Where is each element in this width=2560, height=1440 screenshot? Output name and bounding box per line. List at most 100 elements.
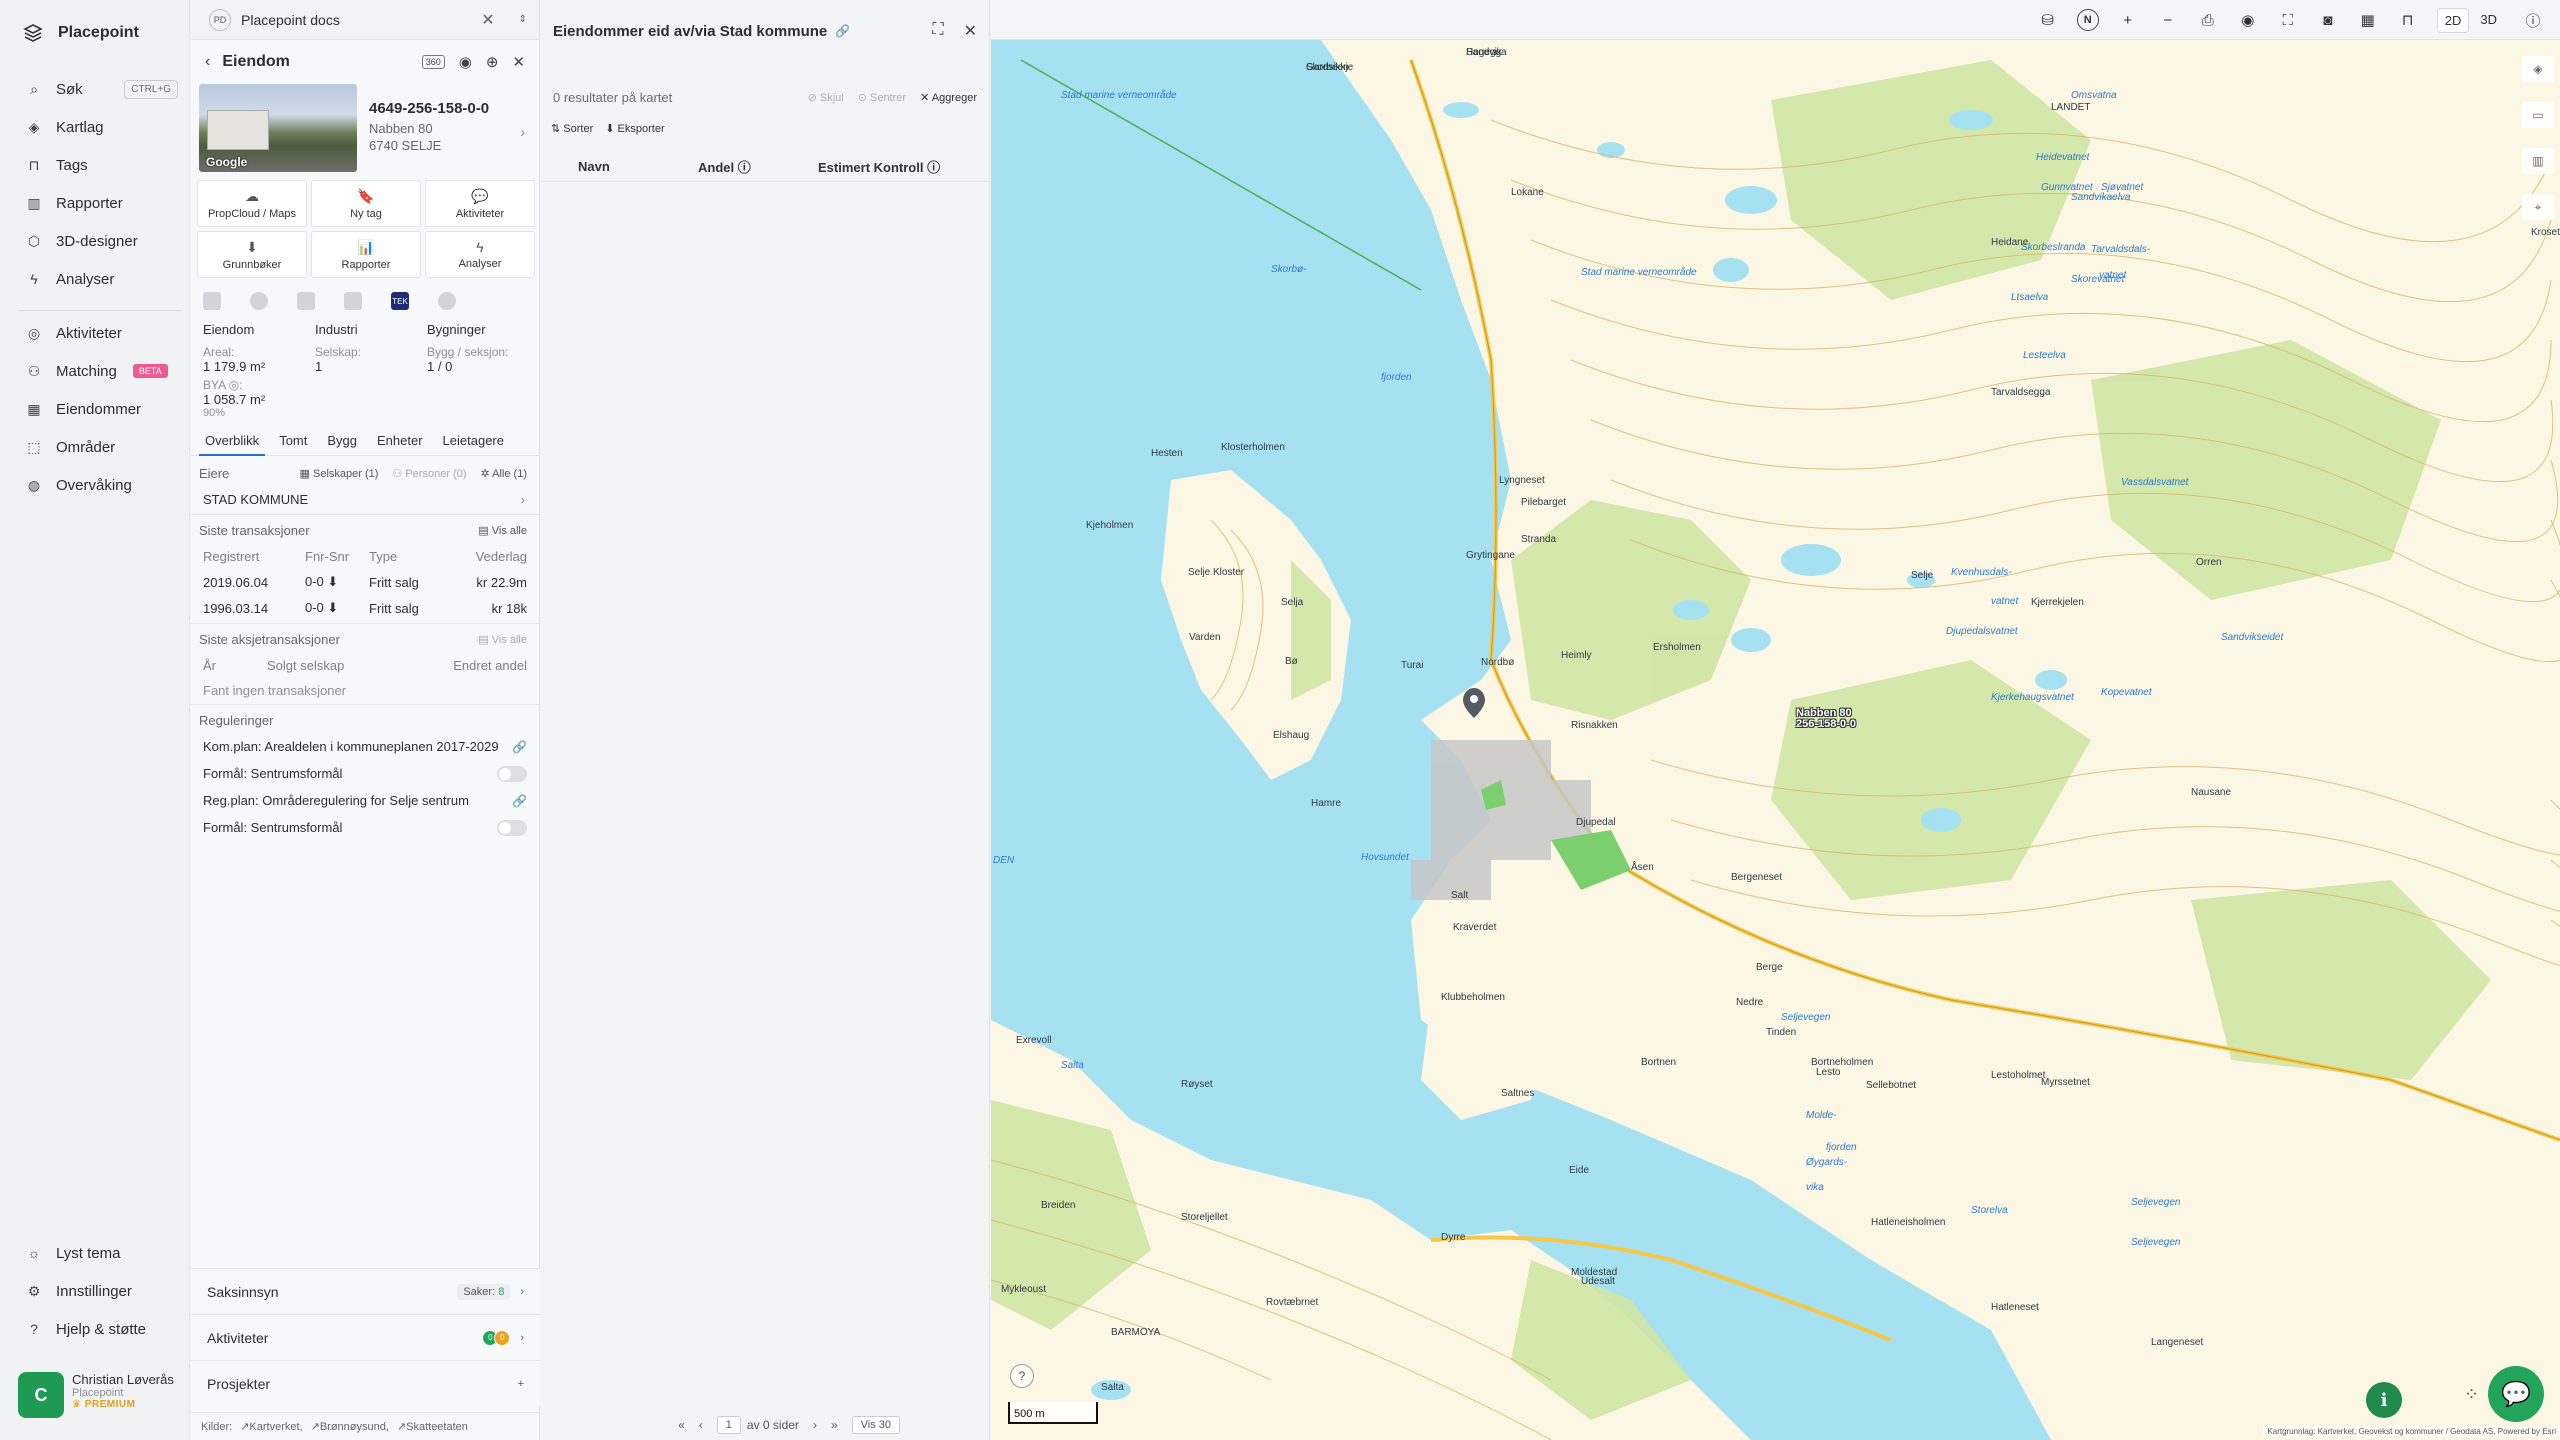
source-icon[interactable] xyxy=(250,292,268,310)
filter-personer[interactable]: ⚇ Personer (0) xyxy=(392,467,466,480)
legend-icon[interactable]: ▭ xyxy=(2522,102,2554,128)
nav-item-omrader[interactable]: ⬚ Områder xyxy=(0,428,190,466)
eye-icon[interactable]: ◉ xyxy=(459,53,472,71)
help-icon[interactable]: ? xyxy=(1010,1364,1034,1388)
nav-item-search[interactable]: ⌕ Søk CTRL+G xyxy=(0,70,190,108)
source-icon[interactable] xyxy=(297,292,315,310)
nav-item-help[interactable]: ? Hjelp & støtte xyxy=(0,1310,190,1348)
analyses-button[interactable]: ϟ Analyser xyxy=(425,231,535,278)
nav-item-theme[interactable]: ☼ Lyst tema xyxy=(0,1234,190,1272)
layer-stack-icon[interactable]: ⛁ xyxy=(2037,9,2059,31)
tek-source-icon[interactable]: TEK xyxy=(391,292,409,310)
view-3d-button[interactable]: 3D xyxy=(2473,8,2504,33)
cell-fnr[interactable]: 0-0 ⬇ xyxy=(305,600,369,616)
filter-selskaper[interactable]: ▦ Selskaper (1) xyxy=(300,467,379,480)
tab-enheter[interactable]: Enheter xyxy=(371,430,429,456)
property-card[interactable]: Google 4649-256-158-0-0 Nabben 80 6740 S… xyxy=(191,84,539,172)
column-header[interactable]: Estimert Kontroll ⓘ xyxy=(818,157,940,176)
close-icon[interactable]: ✕ xyxy=(512,53,525,71)
first-page-icon[interactable]: « xyxy=(678,1418,685,1432)
nav-item-kartlag[interactable]: ◈ Kartlag xyxy=(0,108,190,146)
source-link[interactable]: ↗Kartverket, xyxy=(240,1420,302,1433)
page-size-select[interactable]: Vis 30 xyxy=(851,1416,900,1434)
chevron-right-icon[interactable]: › xyxy=(520,124,525,140)
regulation-row[interactable]: Kom.plan: Arealdelen i kommuneplanen 201… xyxy=(191,733,539,760)
export-button[interactable]: ⬇ Eksporter xyxy=(605,122,664,135)
back-icon[interactable]: ‹ xyxy=(205,53,210,71)
link-icon[interactable]: 🔗 xyxy=(835,24,850,38)
bookmark-icon[interactable]: ⊓ xyxy=(2397,9,2419,31)
nav-item-eiendommer[interactable]: ▦ Eiendommer xyxy=(0,390,190,428)
apps-grid-icon[interactable]: ⁘ xyxy=(2464,1384,2479,1405)
fullscreen-icon[interactable]: ⛶ xyxy=(2277,9,2299,31)
nav-item-settings[interactable]: ⚙ Innstillinger xyxy=(0,1272,190,1310)
nav-item-overvaking[interactable]: ◍ Overvåking xyxy=(0,466,190,504)
camera-icon[interactable]: ◙ xyxy=(2317,9,2339,31)
tab-bygg[interactable]: Bygg xyxy=(321,430,363,456)
source-link[interactable]: ↗Skatteetaten xyxy=(397,1420,468,1433)
owner-row[interactable]: STAD KOMMUNE › xyxy=(191,486,539,512)
source-icon[interactable] xyxy=(203,292,221,310)
tab-overblikk[interactable]: Overblikk xyxy=(199,430,266,456)
nav-item-aktiviteter[interactable]: ◎ Aktiviteter xyxy=(0,314,190,352)
column-header[interactable]: Navn xyxy=(578,159,698,174)
regulation-row[interactable]: Formål: Sentrumsformål xyxy=(191,760,539,787)
propcloud-button[interactable]: ☁ PropCloud / Maps xyxy=(197,180,307,227)
chat-support-button[interactable]: 💬 xyxy=(2488,1366,2544,1422)
info-button[interactable]: i xyxy=(2366,1382,2402,1418)
add-circle-icon[interactable]: ⊕ xyxy=(486,53,499,71)
regulation-toggle[interactable] xyxy=(497,819,527,836)
layers-toggle-icon[interactable]: ◈ xyxy=(2522,56,2554,82)
last-page-icon[interactable]: » xyxy=(831,1418,838,1432)
table-row[interactable]: 1996.03.14 0-0 ⬇ Fritt salg kr 18k xyxy=(191,595,539,621)
source-icon[interactable] xyxy=(438,292,456,310)
cell-fnr[interactable]: 0-0 ⬇ xyxy=(305,574,369,590)
new-tag-button[interactable]: 🔖 Ny tag xyxy=(311,180,421,227)
close-icon[interactable]: ✕ xyxy=(964,21,977,41)
reports-button[interactable]: 📊 Rapporter xyxy=(311,231,421,278)
grid-icon[interactable]: ▦ xyxy=(2357,9,2379,31)
nav-item-tags[interactable]: ⊓ Tags xyxy=(0,146,190,184)
regulation-row[interactable]: Reg.plan: Områderegulering for Selje sen… xyxy=(191,787,539,814)
tab-tomt[interactable]: Tomt xyxy=(273,430,313,456)
info-icon[interactable]: ⓘ xyxy=(2522,9,2544,31)
show-all-button[interactable]: ▤ Vis alle xyxy=(478,524,527,537)
brand[interactable]: Placepoint xyxy=(22,22,139,44)
land-register-button[interactable]: ⬇ Grunnbøker xyxy=(197,231,307,278)
activities-button[interactable]: 💬 Aktiviteter xyxy=(425,180,535,227)
zoom-in-icon[interactable]: + xyxy=(2117,9,2139,31)
user-profile[interactable]: C Christian Løverås Placepoint ♛ PREMIUM xyxy=(18,1372,183,1420)
source-icon[interactable] xyxy=(344,292,362,310)
column-header[interactable]: Andel ⓘ xyxy=(698,157,818,176)
next-page-icon[interactable]: › xyxy=(813,1418,817,1432)
property-photo[interactable]: Google xyxy=(199,84,357,172)
regulation-toggle[interactable] xyxy=(497,765,527,782)
tab-leietagere[interactable]: Leietagere xyxy=(437,430,510,456)
saksinnsyn-section[interactable]: Saksinnsyn Saker: 8 › xyxy=(191,1268,540,1314)
link-icon[interactable]: 🔗 xyxy=(512,794,527,808)
updown-icon[interactable]: ⇕ xyxy=(519,14,527,25)
view-2d-button[interactable]: 2D xyxy=(2436,7,2470,33)
street-view-360-button[interactable]: 360 xyxy=(421,55,445,69)
nav-item-analyser[interactable]: ϟ Analyser xyxy=(0,260,190,298)
print-icon[interactable]: ⎙ xyxy=(2197,9,2219,31)
page-input[interactable]: 1 xyxy=(716,1416,741,1434)
docs-title[interactable]: Placepoint docs xyxy=(241,12,340,28)
add-icon[interactable]: + xyxy=(518,1378,524,1390)
close-icon[interactable]: ✕ xyxy=(481,10,494,30)
aktiviteter-section[interactable]: Aktiviteter 0 0 › xyxy=(191,1314,540,1360)
regulation-row[interactable]: Formål: Sentrumsformål xyxy=(191,814,539,841)
measure-icon[interactable]: ⌖ xyxy=(2522,194,2554,220)
chart-icon[interactable]: ▥ xyxy=(2522,148,2554,174)
source-link[interactable]: ↗Brønnøysund, xyxy=(311,1420,389,1433)
link-icon[interactable]: 🔗 xyxy=(512,740,527,754)
hide-button[interactable]: ⊘ Skjul xyxy=(808,91,844,104)
eye-icon[interactable]: ◉ xyxy=(2237,9,2259,31)
nav-item-3d-designer[interactable]: ⬡ 3D-designer xyxy=(0,222,190,260)
filter-alle[interactable]: ✲ Alle (1) xyxy=(480,467,527,480)
zoom-out-icon[interactable]: − xyxy=(2157,9,2179,31)
map-canvas[interactable]: Skorbeen Hogegga LANDET Heidane Tarvaldsegga… xyxy=(991,0,2560,1440)
center-button[interactable]: ⊙ Sentrer xyxy=(858,91,906,104)
show-all-button[interactable]: ▤ Vis alle xyxy=(478,633,527,646)
prev-page-icon[interactable]: ‹ xyxy=(699,1418,703,1432)
